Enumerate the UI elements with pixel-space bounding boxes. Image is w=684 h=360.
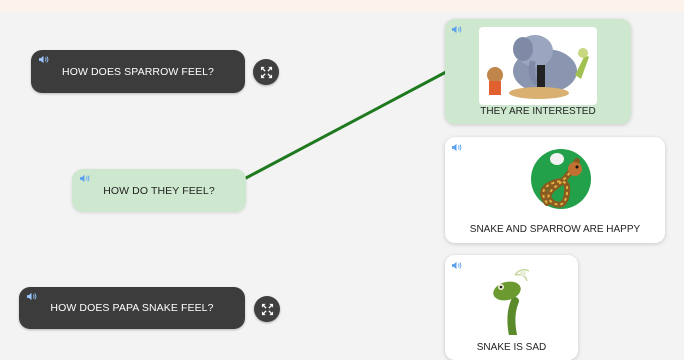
question-papa-snake-feel[interactable]: HOW DOES PAPA SNAKE FEEL?: [19, 287, 245, 329]
answer-label: THEY ARE INTERESTED: [480, 106, 596, 117]
sad-snake-illustration: [493, 268, 530, 335]
question-label: HOW DOES PAPA SNAKE FEEL?: [50, 302, 214, 314]
speaker-icon[interactable]: [26, 292, 37, 301]
speaker-icon[interactable]: [79, 174, 90, 183]
question-they-feel[interactable]: HOW DO THEY FEEL?: [72, 169, 246, 212]
answer-label: SNAKE AND SPARROW ARE HAPPY: [469, 224, 641, 235]
answer-card-interested[interactable]: THEY ARE INTERESTED: [445, 19, 631, 124]
speaker-icon[interactable]: [38, 55, 49, 64]
speaker-icon[interactable]: [451, 25, 462, 34]
expand-icon: [260, 66, 272, 78]
question-sparrow-feel[interactable]: HOW DOES SPARROW FEEL?: [31, 50, 245, 93]
expand-button-papa-snake[interactable]: [254, 296, 280, 322]
elephant-group-illustration: [479, 27, 597, 105]
question-label: HOW DO THEY FEEL?: [103, 184, 215, 197]
speaker-icon[interactable]: [451, 261, 462, 270]
expand-button-sparrow[interactable]: [253, 59, 279, 85]
answer-label: SNAKE IS SAD: [476, 342, 547, 353]
snake-and-sparrow-illustration: [531, 149, 591, 209]
answer-card-sad[interactable]: SNAKE IS SAD: [445, 255, 578, 360]
answer-card-happy[interactable]: SNAKE AND SPARROW ARE HAPPY: [445, 137, 665, 243]
expand-icon: [261, 303, 273, 315]
question-label: HOW DOES SPARROW FEEL?: [62, 65, 214, 78]
speaker-icon[interactable]: [451, 143, 462, 152]
